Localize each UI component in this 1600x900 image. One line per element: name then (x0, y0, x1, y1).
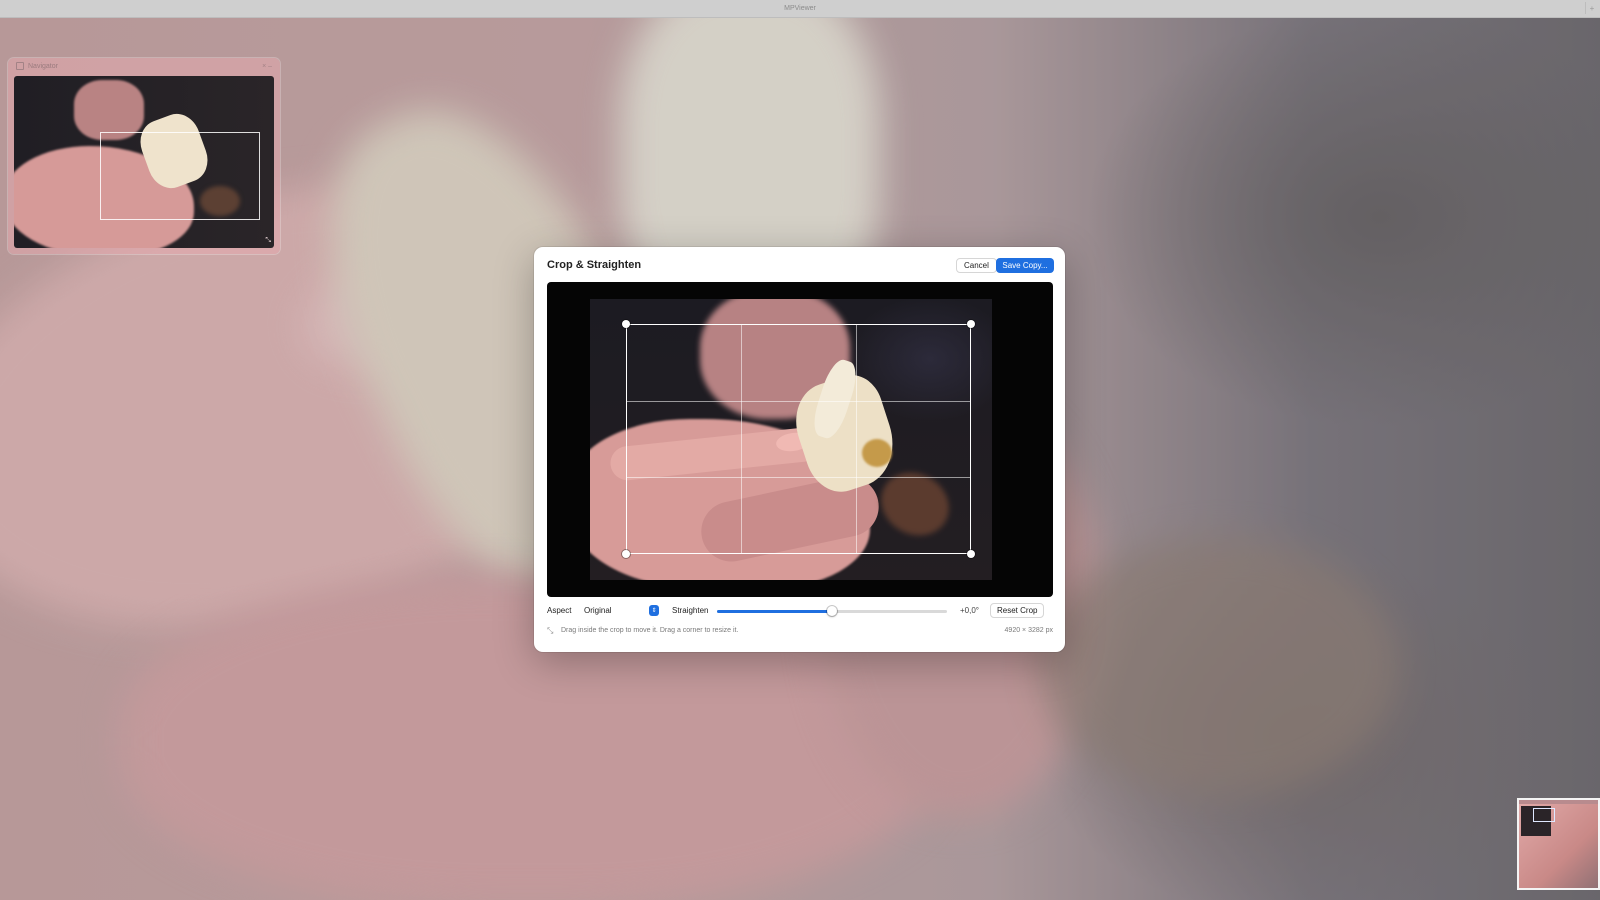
straighten-slider-fill (717, 610, 832, 613)
reset-crop-button[interactable]: Reset Crop (990, 603, 1045, 618)
navigator-icon (16, 62, 24, 70)
navigator-close-icon[interactable]: × – (262, 63, 272, 70)
navigator-header[interactable]: Navigator × – (8, 58, 280, 74)
crop-handle-top-left[interactable] (622, 320, 630, 328)
straighten-slider[interactable] (717, 606, 947, 616)
resize-arrows-icon: ⤡ (547, 626, 554, 635)
hint-row: ⤡ Drag inside the crop to move it. Drag … (547, 626, 1053, 638)
crop-handle-bottom-left[interactable] (622, 550, 630, 558)
crop-straighten-dialog: Crop & Straighten Cancel Save Copy... As… (534, 247, 1065, 652)
navigator-viewport-rect[interactable] (100, 132, 260, 220)
window-titlebar: MPViewer + (0, 0, 1600, 18)
cancel-button[interactable]: Cancel (956, 258, 997, 273)
straighten-slider-knob[interactable] (827, 606, 837, 616)
window-title: MPViewer (784, 5, 816, 12)
crop-handle-top-right[interactable] (967, 320, 975, 328)
image-dimensions: 4920 × 3282 px (1004, 627, 1053, 634)
dialog-title: Crop & Straighten (547, 259, 642, 271)
aspect-select-value: Original (584, 606, 612, 615)
navigator-panel[interactable]: Navigator × – ⤡ (8, 58, 280, 254)
crop-controls: Aspect Original ⇕ Straighten +0,0° Reset… (547, 603, 1053, 619)
aspect-select[interactable]: Original ⇕ (581, 604, 659, 617)
crop-handle-bottom-right[interactable] (967, 550, 975, 558)
crop-canvas[interactable] (547, 282, 1053, 597)
crop-grid-line (627, 476, 970, 478)
navigator-thumbnail[interactable]: ⤡ (14, 76, 274, 248)
filmstrip-thumbnail[interactable] (1517, 798, 1600, 890)
filmstrip-viewport-rect (1533, 808, 1555, 822)
aspect-label: Aspect (547, 606, 572, 615)
thumb-hand-shape (74, 80, 144, 140)
navigator-title: Navigator (28, 62, 58, 70)
straighten-label: Straighten (672, 606, 709, 615)
crop-grid-line (855, 325, 857, 553)
crop-grid-line (741, 325, 743, 553)
straighten-angle-readout: +0,0° (960, 606, 979, 615)
resize-corner-icon[interactable]: ⤡ (265, 237, 271, 245)
up-down-chevron-icon[interactable]: ⇕ (649, 605, 659, 616)
save-copy-button[interactable]: Save Copy... (996, 258, 1054, 273)
expand-icon[interactable]: + (1585, 2, 1598, 14)
hint-text: Drag inside the crop to move it. Drag a … (561, 627, 739, 634)
crop-rectangle[interactable] (622, 320, 975, 558)
crop-grid-line (627, 400, 970, 402)
